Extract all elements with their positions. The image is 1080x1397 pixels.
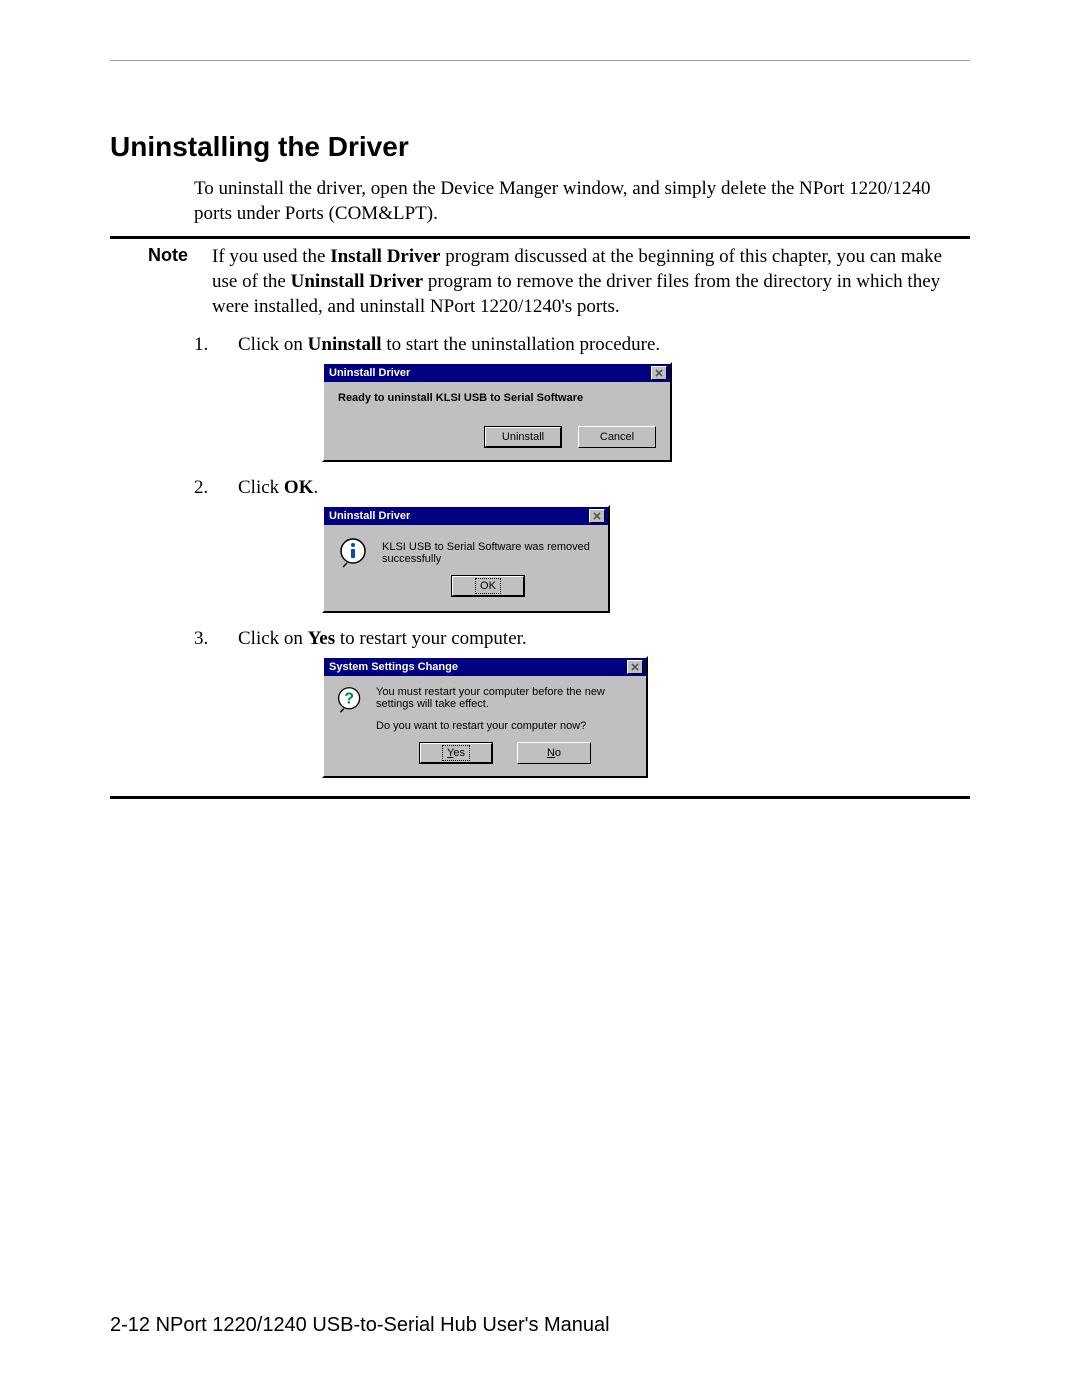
- dialog-3-line2: Do you want to restart your computer now…: [376, 720, 634, 732]
- dialog-3-title: System Settings Change: [327, 661, 458, 673]
- uninstall-button[interactable]: Uninstall: [484, 426, 562, 448]
- no-button[interactable]: No: [517, 742, 591, 764]
- divider-top: [110, 236, 970, 239]
- dialog-2-titlebar: Uninstall Driver: [324, 507, 608, 525]
- page-top-rule: [110, 60, 970, 61]
- question-icon: ?: [336, 686, 364, 714]
- no-button-label: No: [547, 747, 561, 759]
- step-1-bold: Uninstall: [308, 334, 382, 355]
- step-1-pre: Click on: [238, 334, 308, 355]
- step-1-text: Click on Uninstall to start the uninstal…: [238, 333, 970, 358]
- step-2-pre: Click: [238, 477, 284, 498]
- step-2-text: Click OK.: [238, 476, 970, 501]
- step-1: 1. Click on Uninstall to start the unins…: [194, 333, 970, 358]
- cancel-button[interactable]: Cancel: [578, 426, 656, 448]
- section-heading: Uninstalling the Driver: [110, 131, 970, 163]
- page-footer: 2-12 NPort 1220/1240 USB-to-Serial Hub U…: [110, 1314, 610, 1337]
- close-icon[interactable]: [589, 509, 605, 523]
- intro-paragraph: To uninstall the driver, open the Device…: [194, 177, 970, 226]
- dialog-3-wrap: System Settings Change ? You must restar…: [322, 656, 970, 778]
- note-bold-2: Uninstall Driver: [291, 271, 423, 292]
- dialog-1-wrap: Uninstall Driver Ready to uninstall KLSI…: [322, 362, 970, 462]
- dialog-2-body: KLSI USB to Serial Software was removed …: [324, 525, 608, 611]
- note-text-1: If you used the: [212, 246, 330, 267]
- step-list: 1. Click on Uninstall to start the unins…: [194, 333, 970, 777]
- step-1-number: 1.: [194, 333, 238, 358]
- yes-button-label: Yes: [442, 745, 470, 761]
- dialog-1-message: Ready to uninstall KLSI USB to Serial So…: [338, 392, 656, 404]
- info-icon: [338, 537, 370, 569]
- close-icon[interactable]: [651, 366, 667, 380]
- ok-button-label: OK: [475, 578, 501, 594]
- dialog-1-title: Uninstall Driver: [327, 367, 410, 379]
- note-body: If you used the Install Driver program d…: [212, 245, 970, 319]
- step-3-pre: Click on: [238, 628, 308, 649]
- uninstall-button-label: Uninstall: [502, 431, 544, 443]
- dialog-1-body: Ready to uninstall KLSI USB to Serial So…: [324, 382, 670, 460]
- close-icon[interactable]: [627, 660, 643, 674]
- uninstall-success-dialog: Uninstall Driver KLSI USB to Serial Soft…: [322, 505, 610, 613]
- step-3-text: Click on Yes to restart your computer.: [238, 627, 970, 652]
- dialog-1-titlebar: Uninstall Driver: [324, 364, 670, 382]
- dialog-3-body: ? You must restart your computer before …: [324, 676, 646, 776]
- yes-button[interactable]: Yes: [419, 742, 493, 764]
- note-bold-1: Install Driver: [330, 246, 440, 267]
- divider-bottom: [110, 796, 970, 799]
- step-3-number: 3.: [194, 627, 238, 652]
- step-1-post: to start the uninstallation procedure.: [382, 334, 661, 355]
- cancel-button-label: Cancel: [600, 431, 634, 443]
- ok-button[interactable]: OK: [451, 575, 525, 597]
- svg-text:?: ?: [344, 690, 354, 707]
- step-2: 2. Click OK.: [194, 476, 970, 501]
- step-3-bold: Yes: [308, 628, 335, 649]
- note-block: Note If you used the Install Driver prog…: [110, 245, 970, 319]
- uninstall-driver-dialog: Uninstall Driver Ready to uninstall KLSI…: [322, 362, 672, 462]
- step-2-post: .: [313, 477, 318, 498]
- dialog-2-title: Uninstall Driver: [327, 510, 410, 522]
- dialog-2-wrap: Uninstall Driver KLSI USB to Serial Soft…: [322, 505, 970, 613]
- dialog-2-message: KLSI USB to Serial Software was removed …: [382, 537, 594, 565]
- system-settings-change-dialog: System Settings Change ? You must restar…: [322, 656, 648, 778]
- step-3-post: to restart your computer.: [335, 628, 527, 649]
- dialog-3-line1: You must restart your computer before th…: [376, 686, 634, 710]
- note-label: Note: [110, 245, 194, 319]
- step-2-number: 2.: [194, 476, 238, 501]
- step-3: 3. Click on Yes to restart your computer…: [194, 627, 970, 652]
- dialog-3-titlebar: System Settings Change: [324, 658, 646, 676]
- step-2-bold: OK: [284, 477, 314, 498]
